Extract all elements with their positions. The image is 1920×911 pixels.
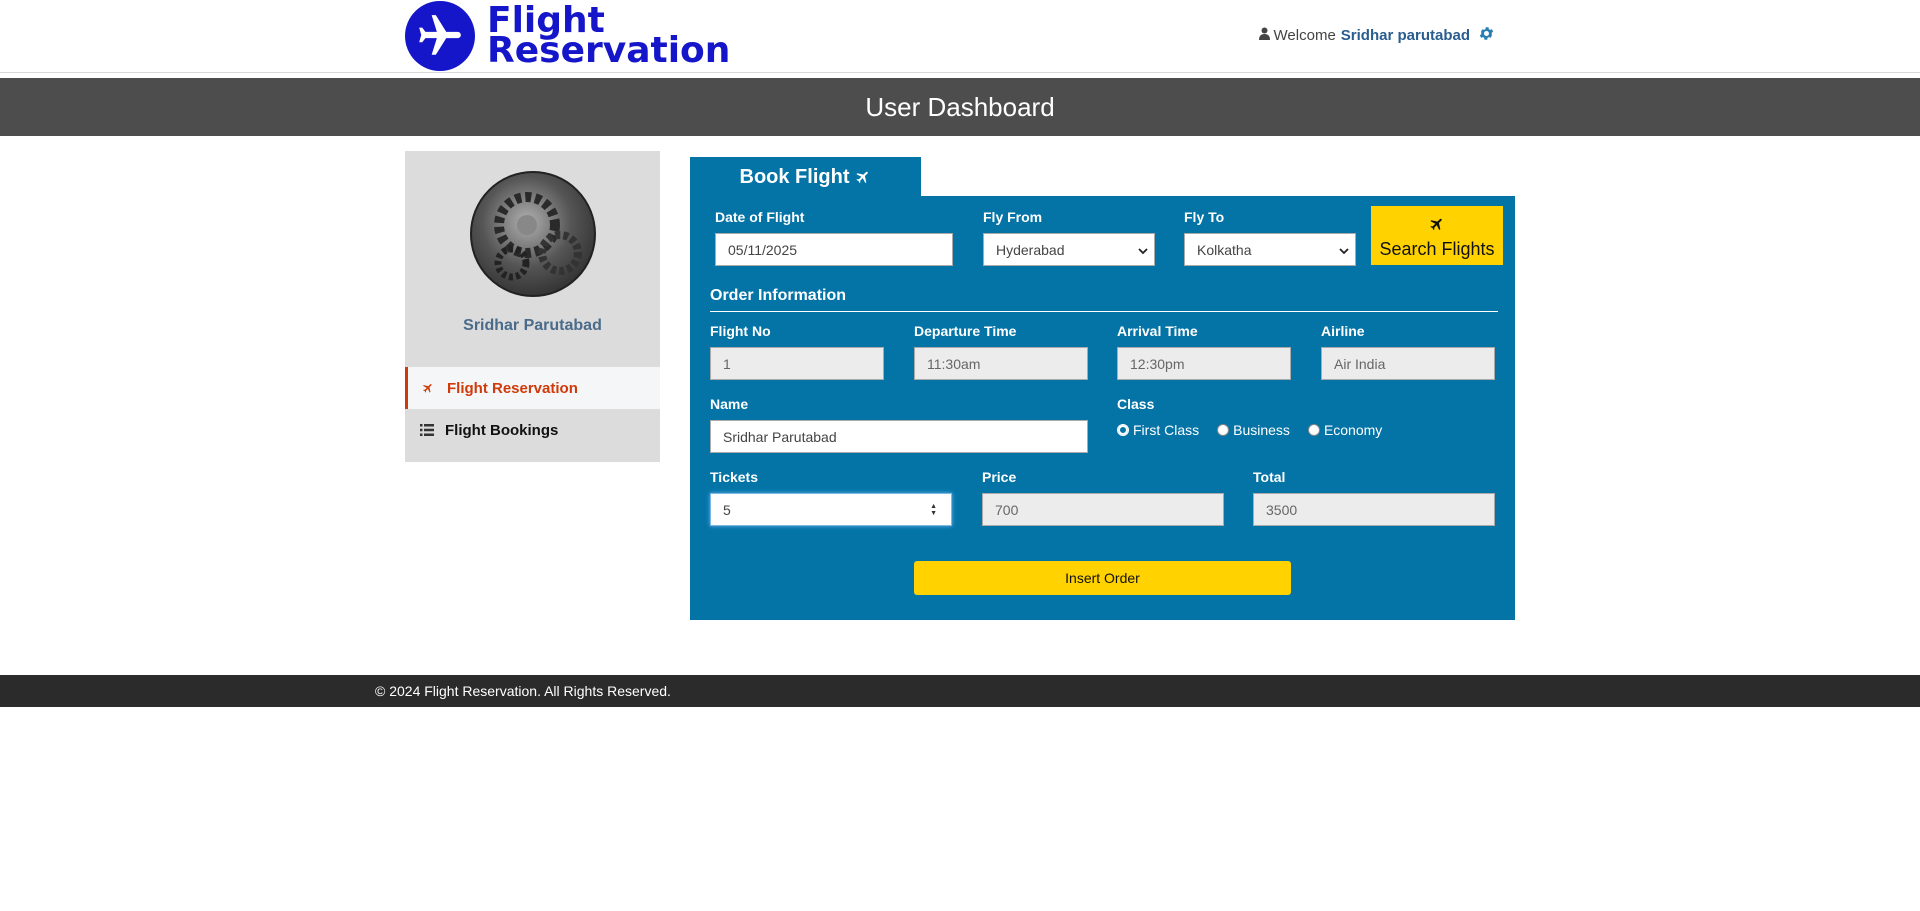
- gear-icon[interactable]: [1478, 25, 1495, 46]
- radio-button[interactable]: [1217, 424, 1230, 436]
- fly-from-select[interactable]: Hyderabad: [983, 233, 1155, 266]
- sidebar-item-flight-bookings[interactable]: Flight Bookings: [405, 409, 660, 451]
- welcome-area: Welcome Sridhar parutabad: [1258, 25, 1495, 46]
- price-label: Price: [982, 469, 1017, 485]
- search-flights-label: Search Flights: [1379, 239, 1495, 259]
- airline-field[interactable]: Air India: [1321, 347, 1495, 380]
- arrival-value: 12:30pm: [1130, 355, 1185, 372]
- airline-label: Airline: [1321, 323, 1365, 339]
- arrival-field[interactable]: 12:30pm: [1117, 347, 1291, 380]
- order-information-heading: Order Information: [710, 287, 1498, 312]
- chevron-down-icon: [1339, 242, 1349, 258]
- date-value: 05/11/2025: [728, 241, 798, 258]
- flight-no-field[interactable]: 1: [710, 347, 884, 380]
- sidebar-item-label: Flight Reservation: [447, 379, 578, 397]
- sidebar-item-label: Flight Bookings: [445, 421, 559, 439]
- book-flight-panel: Date of Flight 05/11/2025 Fly From Hyder…: [690, 196, 1515, 620]
- radio-label: First Class: [1133, 422, 1200, 438]
- chevron-down-icon: [1138, 242, 1148, 258]
- date-field[interactable]: 05/11/2025: [715, 233, 953, 266]
- price-value: 700: [995, 501, 1019, 518]
- search-flights-button[interactable]: Search Flights: [1371, 206, 1503, 265]
- tab-label: Book Flight: [739, 165, 850, 188]
- site-logo[interactable]: Flight Reservation: [405, 0, 730, 72]
- fly-to-select[interactable]: Kolkatha: [1184, 233, 1356, 266]
- plane-icon: [1371, 216, 1503, 237]
- tickets-stepper[interactable]: 5 ▲ ▼: [710, 493, 952, 526]
- footer: © 2024 Flight Reservation. All Rights Re…: [0, 675, 1920, 707]
- avatar: [470, 171, 596, 297]
- top-header: Flight Reservation Welcome Sridhar parut…: [0, 0, 1920, 73]
- radio-first-class[interactable]: First Class: [1117, 422, 1199, 438]
- footer-copyright: © 2024 Flight Reservation. All Rights Re…: [375, 683, 671, 699]
- airline-value: Air India: [1334, 355, 1386, 372]
- page-title: User Dashboard: [0, 78, 1920, 136]
- list-icon: [420, 424, 445, 436]
- radio-economy[interactable]: Economy: [1307, 422, 1383, 438]
- flight-no-label: Flight No: [710, 323, 771, 339]
- name-value: Sridhar Parutabad: [723, 428, 837, 445]
- tickets-label: Tickets: [710, 469, 758, 485]
- name-label: Name: [710, 396, 749, 412]
- logo-line-2: Reservation: [487, 30, 731, 71]
- radio-business[interactable]: Business: [1217, 422, 1290, 438]
- fly-from-label: Fly From: [983, 209, 1043, 225]
- total-value: 3500: [1266, 501, 1298, 518]
- username-link[interactable]: Sridhar parutabad: [1341, 27, 1470, 44]
- spinner-arrows-icon[interactable]: ▲ ▼: [930, 503, 937, 517]
- flight-no-value: 1: [723, 355, 731, 372]
- insert-order-button[interactable]: Insert Order: [914, 561, 1291, 595]
- logo-text: Flight Reservation: [487, 3, 731, 71]
- total-label: Total: [1253, 469, 1286, 485]
- price-field[interactable]: 700: [982, 493, 1224, 526]
- departure-field[interactable]: 11:30am: [914, 347, 1088, 380]
- departure-label: Departure Time: [914, 323, 1017, 339]
- fly-to-value: Kolkatha: [1197, 241, 1252, 258]
- radio-label: Economy: [1323, 422, 1383, 438]
- tickets-value: 5: [723, 501, 731, 518]
- radio-button[interactable]: [1117, 424, 1129, 436]
- sidebar: Sridhar Parutabad Flight Reservation Fli…: [405, 151, 660, 462]
- welcome-text: Welcome: [1273, 27, 1336, 44]
- date-label: Date of Flight: [715, 209, 805, 225]
- tab-book-flight[interactable]: Book Flight: [690, 157, 921, 197]
- radio-label: Business: [1233, 422, 1290, 438]
- name-field[interactable]: Sridhar Parutabad: [710, 420, 1088, 453]
- plane-icon: [855, 169, 871, 185]
- class-radio-group: First Class Business Economy: [1117, 422, 1400, 438]
- fly-to-label: Fly To: [1184, 209, 1225, 225]
- fly-from-value: Hyderabad: [996, 241, 1065, 258]
- profile-name: Sridhar Parutabad: [463, 317, 602, 334]
- user-icon: [1258, 27, 1270, 44]
- airplane-logo-icon: [405, 1, 475, 71]
- departure-value: 11:30am: [927, 355, 981, 372]
- sidebar-item-flight-reservation[interactable]: Flight Reservation: [405, 367, 660, 409]
- plane-icon: [422, 382, 447, 394]
- total-field[interactable]: 3500: [1253, 493, 1495, 526]
- radio-button[interactable]: [1307, 424, 1320, 436]
- arrival-label: Arrival Time: [1117, 323, 1198, 339]
- class-label: Class: [1117, 396, 1155, 412]
